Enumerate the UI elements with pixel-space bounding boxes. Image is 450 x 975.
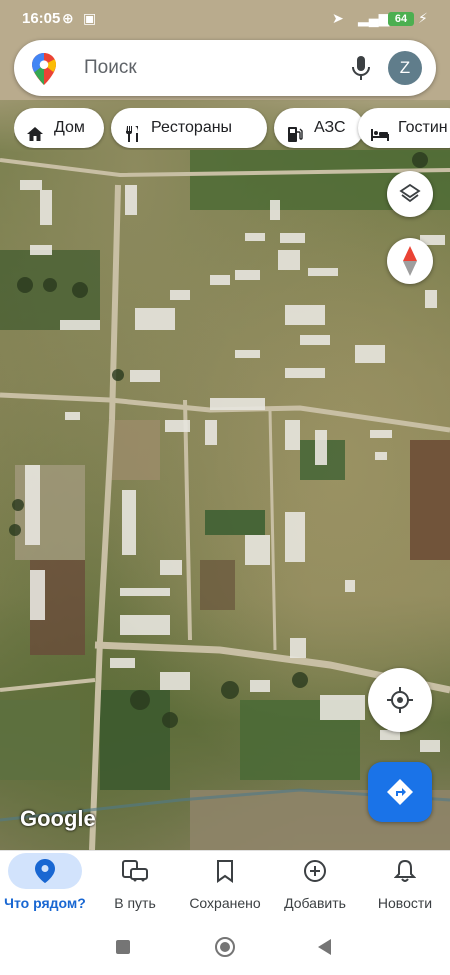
chip-hotels[interactable]: Гостин [358,108,450,148]
charging-icon: ⚡ [418,10,428,26]
system-navigation-bar [0,922,450,975]
compass-icon [403,246,417,276]
directions-icon [387,779,413,805]
layers-button[interactable] [387,171,433,217]
recents-button[interactable] [116,940,130,954]
tab-saved[interactable]: Сохранено [180,851,270,923]
explore-pin-icon [35,859,55,888]
category-chips: Дом Рестораны АЗС Гостин [14,108,450,150]
google-attribution: Google [20,806,96,831]
home-button-dot [220,942,230,952]
tab-label: Новости [377,895,433,911]
chip-label: АЗС [314,119,346,136]
chip-home[interactable]: Дом [14,108,104,148]
battery-icon: 64 [388,12,414,26]
chip-restaurants[interactable]: Рестораны [111,108,267,148]
bottom-navigation: Что рядом? В путь Сохранено Добавить Нов… [0,850,450,923]
chip-label: Дом [54,119,85,136]
chip-gas-stations[interactable]: АЗС [274,108,364,148]
tab-explore[interactable]: Что рядом? [0,851,90,923]
my-location-button[interactable] [368,668,432,732]
my-location-icon [387,687,413,713]
directions-button[interactable] [368,762,432,822]
location-status-icon: ⊕ [62,10,74,26]
home-button[interactable] [215,937,235,957]
commute-icon [121,859,149,888]
google-maps-pin-icon [32,53,56,90]
bookmark-icon [216,859,234,888]
compass-button[interactable] [387,238,433,284]
tab-commute[interactable]: В путь [90,851,180,923]
layers-icon [399,183,421,203]
search-placeholder[interactable]: Поиск [84,57,137,79]
restaurant-icon [123,119,141,150]
image-status-icon: ▣ [83,10,97,26]
home-icon [26,119,44,150]
microphone-icon[interactable] [350,55,372,86]
search-bar[interactable]: Поиск Z [14,40,436,96]
status-time: 16:05 [22,10,61,27]
tab-updates[interactable]: Новости [360,851,450,923]
account-avatar[interactable]: Z [388,51,422,85]
hotel-icon [370,119,390,150]
tab-contribute[interactable]: Добавить [270,851,360,923]
back-button[interactable] [318,939,331,955]
chip-label: Рестораны [151,119,233,136]
navigation-status-icon: ➤ [332,10,344,26]
gas-station-icon [286,119,304,150]
signal-icon: ▂▄▆ [358,10,390,26]
add-circle-icon [303,859,327,888]
status-bar: 16:05 ⊕ ▣ ➤ ▂▄▆ 64 ⚡ [0,0,450,38]
chip-label: Гостин [398,119,448,136]
bell-icon [393,859,417,888]
